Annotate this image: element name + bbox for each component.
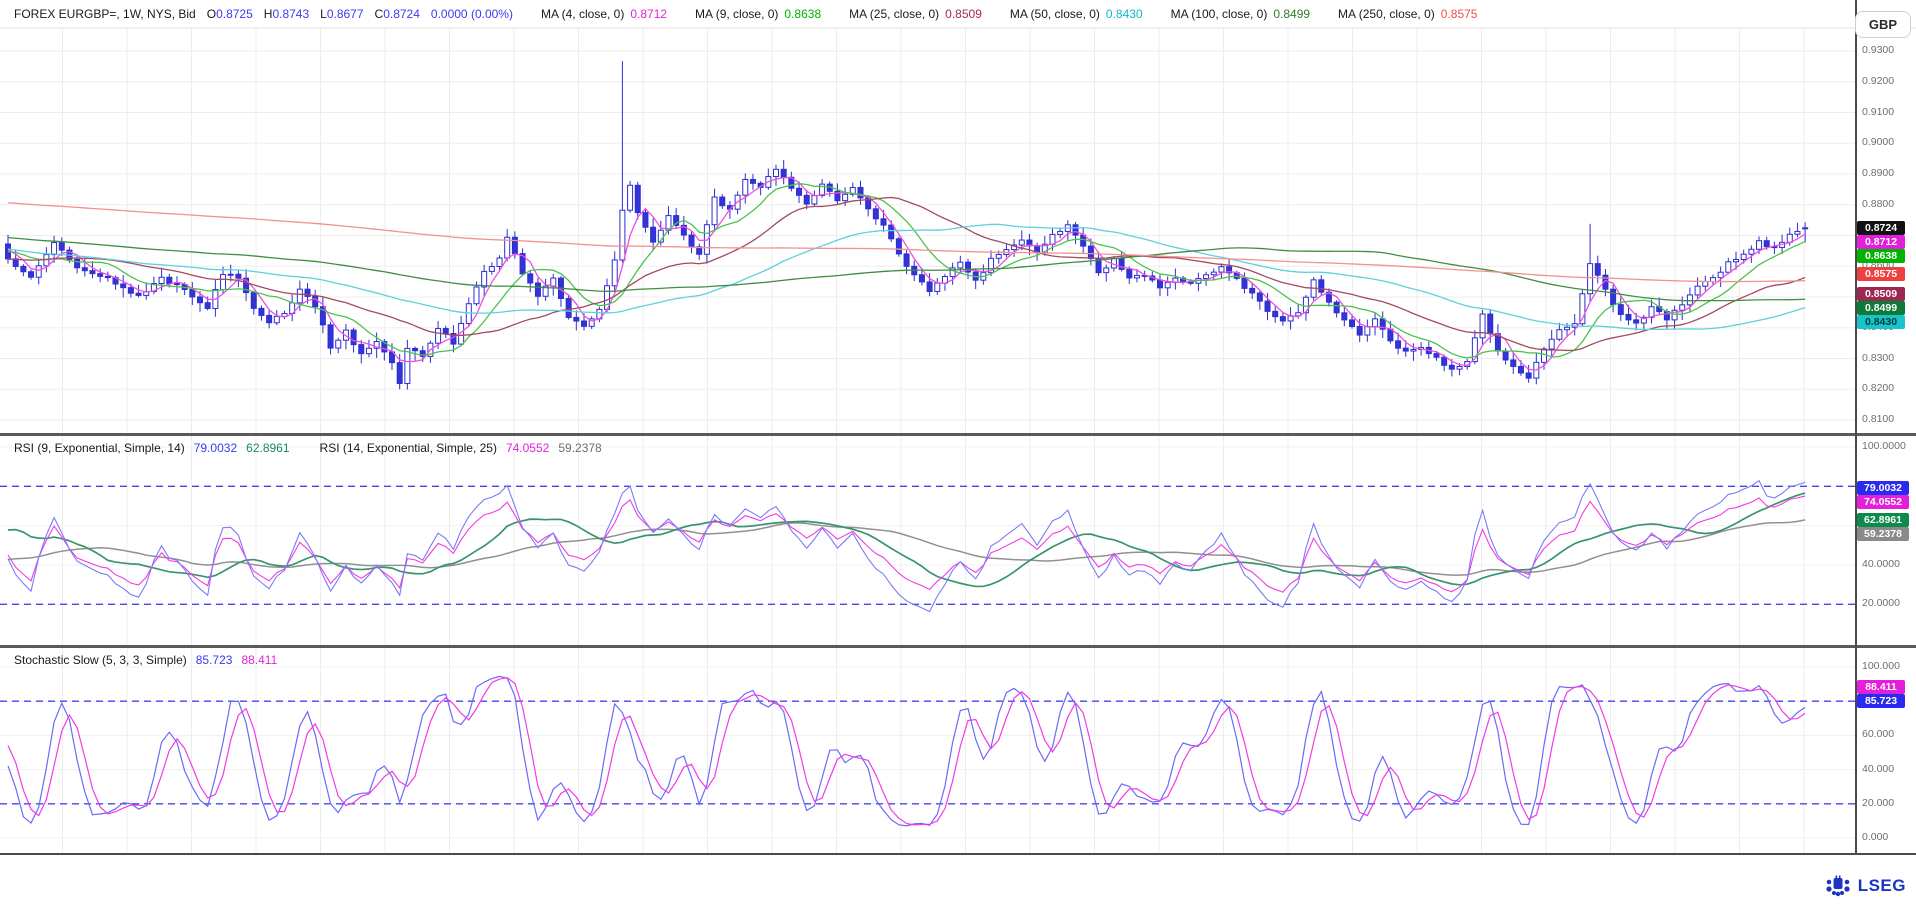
indicator-line: [8, 224, 1805, 329]
price-axis-label: 0.8800: [1862, 198, 1894, 210]
value-badge: 0.8509: [1857, 287, 1905, 301]
ma-legend-item[interactable]: MA (100, close, 0)0.8499: [1171, 7, 1310, 21]
ohlc-item: O0.8725: [207, 7, 253, 21]
value-badge: 0.8638: [1857, 249, 1905, 263]
stoch-axis-label: 0.000: [1862, 831, 1888, 843]
stoch-k-value: 85.723: [196, 653, 233, 667]
value-badge: 0.8724: [1857, 221, 1905, 235]
price-axis-label: 0.9200: [1862, 75, 1894, 87]
rsi2-title: RSI (14, Exponential, Simple, 25): [320, 441, 497, 455]
price-axis-label: 0.9100: [1862, 106, 1894, 118]
stoch-axis-label: 40.000: [1862, 763, 1894, 775]
indicator-line: [8, 678, 1805, 825]
rsi1-signal-value: 62.8961: [246, 441, 289, 455]
price-axis-label: 0.8900: [1862, 167, 1894, 179]
ma-legend: MA (4, close, 0)0.8712 MA (9, close, 0)0.…: [513, 7, 1478, 21]
price-axis-label: 0.8200: [1862, 382, 1894, 394]
time-axis[interactable]: MarMayJulSepNov2022MarMayJulSepNov2023Ma…: [0, 854, 1855, 878]
lseg-wordmark: LSEG: [1858, 876, 1906, 896]
value-badge: 88.411: [1857, 680, 1905, 694]
chart-application: FOREX EURGBP=, 1W, NYS, Bid O0.8725 H0.87…: [0, 0, 1916, 905]
ma-legend-item[interactable]: MA (4, close, 0)0.8712: [541, 7, 667, 21]
value-badge: 79.0032: [1857, 481, 1909, 495]
value-badge: 0.8575: [1857, 267, 1905, 281]
lseg-brand: LSEG: [1825, 875, 1906, 897]
ma-legend-item[interactable]: MA (25, close, 0)0.8509: [849, 7, 982, 21]
stoch-axis-label: 60.000: [1862, 728, 1894, 740]
indicator-line: [8, 496, 1805, 592]
pane-separator[interactable]: [0, 645, 1916, 648]
value-badge: 0.8499: [1857, 301, 1905, 315]
value-badge: 74.0552: [1857, 495, 1909, 509]
rsi1-value: 79.0032: [194, 441, 237, 455]
ohlc-item: C0.8724: [375, 7, 420, 21]
value-badge: 0.8430: [1857, 315, 1905, 329]
ohlc-item: H0.8743: [264, 7, 309, 21]
pane-separator[interactable]: [0, 433, 1916, 436]
stoch-axis-label: 100.000: [1862, 660, 1900, 672]
price-axis-label: 0.8100: [1862, 413, 1894, 425]
stochastic-legend[interactable]: Stochastic Slow (5, 3, 3, Simple) 85.723…: [14, 653, 277, 667]
price-axis-label: 0.8300: [1862, 352, 1894, 364]
main-chart-legend[interactable]: FOREX EURGBP=, 1W, NYS, Bid O0.8725 H0.87…: [14, 0, 1477, 28]
currency-chip[interactable]: GBP: [1855, 11, 1911, 38]
change-value: 0.0000 (0.00%): [431, 7, 513, 21]
rsi-axis-label: 100.0000: [1862, 440, 1906, 452]
instrument-title: FOREX EURGBP=, 1W, NYS, Bid: [14, 7, 196, 21]
value-badge: 59.2378: [1857, 527, 1909, 541]
price-axis-label: 0.9300: [1862, 44, 1894, 56]
rsi2-value: 74.0552: [506, 441, 549, 455]
ma-legend-item[interactable]: MA (50, close, 0)0.8430: [1010, 7, 1143, 21]
ohlc-values: O0.8725 H0.8743 L0.8677 C0.8724: [196, 7, 420, 21]
value-badge: 85.723: [1857, 694, 1905, 708]
ma-legend-item[interactable]: MA (9, close, 0)0.8638: [695, 7, 821, 21]
price-axis[interactable]: [1856, 0, 1916, 853]
indicator-line: [8, 481, 1805, 612]
rsi-axis-label: 20.0000: [1862, 597, 1900, 609]
value-badge: 62.8961: [1857, 513, 1909, 527]
rsi2-signal-value: 59.2378: [558, 441, 601, 455]
rsi1-title: RSI (9, Exponential, Simple, 14): [14, 441, 185, 455]
stoch-title: Stochastic Slow (5, 3, 3, Simple): [14, 653, 187, 667]
value-badge: 0.8712: [1857, 235, 1905, 249]
stoch-axis-label: 20.000: [1862, 797, 1894, 809]
price-axis-label: 0.9000: [1862, 136, 1894, 148]
rsi-axis-label: 40.0000: [1862, 558, 1900, 570]
ohlc-item: L0.8677: [320, 7, 363, 21]
stoch-d-value: 88.411: [241, 653, 277, 667]
ma-legend-item[interactable]: MA (250, close, 0)0.8575: [1338, 7, 1477, 21]
lseg-crest-icon: [1825, 875, 1851, 897]
candles: [6, 61, 1808, 389]
rsi-legend[interactable]: RSI (9, Exponential, Simple, 14) 79.0032…: [14, 441, 602, 455]
